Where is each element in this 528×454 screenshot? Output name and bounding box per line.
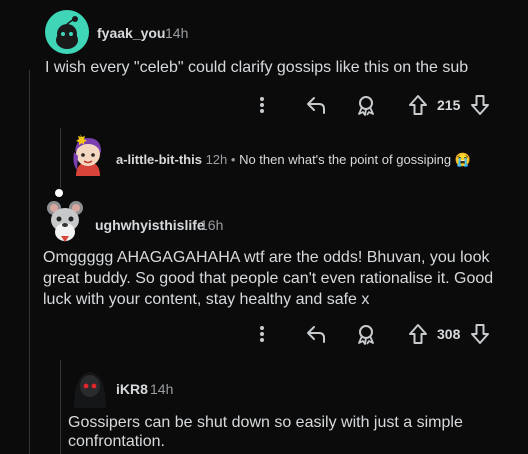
upvote-button[interactable]: [405, 322, 431, 346]
thread-line-2[interactable]: [60, 360, 61, 454]
comment-username[interactable]: ughwhyisthislife: [95, 217, 205, 233]
reply-button[interactable]: [302, 322, 330, 346]
comment-body-line-3: luck with your content, stay healthy and…: [43, 291, 370, 308]
award-icon: [358, 325, 374, 345]
comment-body-line-2: confrontation.: [68, 433, 165, 450]
comment-time: 12h: [205, 152, 228, 167]
upvote-button[interactable]: [405, 93, 431, 117]
reply-icon: [307, 326, 325, 343]
comment-body: No then what's the point of gossiping: [239, 152, 452, 167]
more-options-button[interactable]: [252, 323, 272, 345]
separator: •: [230, 152, 236, 167]
avatar[interactable]: [68, 364, 112, 408]
comment-body-line-2: great buddy. So good that people can't e…: [43, 270, 494, 287]
award-button[interactable]: [353, 322, 379, 346]
comment-body: I wish every "celeb" could clarify gossi…: [45, 59, 469, 76]
downvote-button[interactable]: [467, 322, 493, 346]
comment-username[interactable]: fyaak_you: [97, 25, 165, 41]
crying-emoji: 😭: [454, 152, 471, 167]
comment-time: 14h: [165, 25, 189, 41]
more-options-button[interactable]: [252, 94, 272, 116]
thread-line-1[interactable]: [29, 70, 30, 454]
avatar[interactable]: [43, 198, 87, 242]
comment-username[interactable]: iKR8: [116, 381, 148, 397]
online-dot: [55, 189, 63, 197]
award-button[interactable]: [353, 93, 379, 117]
comment-username[interactable]: a-little-bit-this: [116, 152, 202, 167]
award-icon: [358, 96, 374, 116]
comment-body-line-1: Gossipers can be shut down so easily wit…: [68, 414, 463, 431]
upvote-icon: [409, 95, 427, 115]
snoo-avatar-icon: [74, 372, 106, 408]
snoo-avatar-icon: [56, 16, 78, 49]
snoo-avatar-icon: [73, 134, 102, 176]
comment-body-line-1: Omggggg AHAGAGAHAHA wtf are the odds! Bh…: [43, 249, 490, 266]
more-vert-icon: [260, 326, 264, 342]
reply-button[interactable]: [302, 93, 330, 117]
avatar[interactable]: [66, 130, 110, 180]
downvote-icon: [471, 324, 489, 344]
comment-time: 16h: [200, 217, 224, 233]
comment-time: 14h: [150, 381, 174, 397]
avatar[interactable]: [45, 10, 89, 54]
thread-line-reply[interactable]: [60, 128, 61, 188]
downvote-button[interactable]: [467, 93, 493, 117]
snoo-avatar-icon: [47, 201, 83, 242]
reply-icon: [307, 97, 325, 114]
vote-count: 215: [437, 97, 461, 113]
upvote-icon: [409, 324, 427, 344]
reply-preview[interactable]: a-little-bit-this 12h • No then what's t…: [116, 152, 471, 168]
vote-count: 308: [437, 326, 461, 342]
more-vert-icon: [260, 97, 264, 113]
downvote-icon: [471, 95, 489, 115]
